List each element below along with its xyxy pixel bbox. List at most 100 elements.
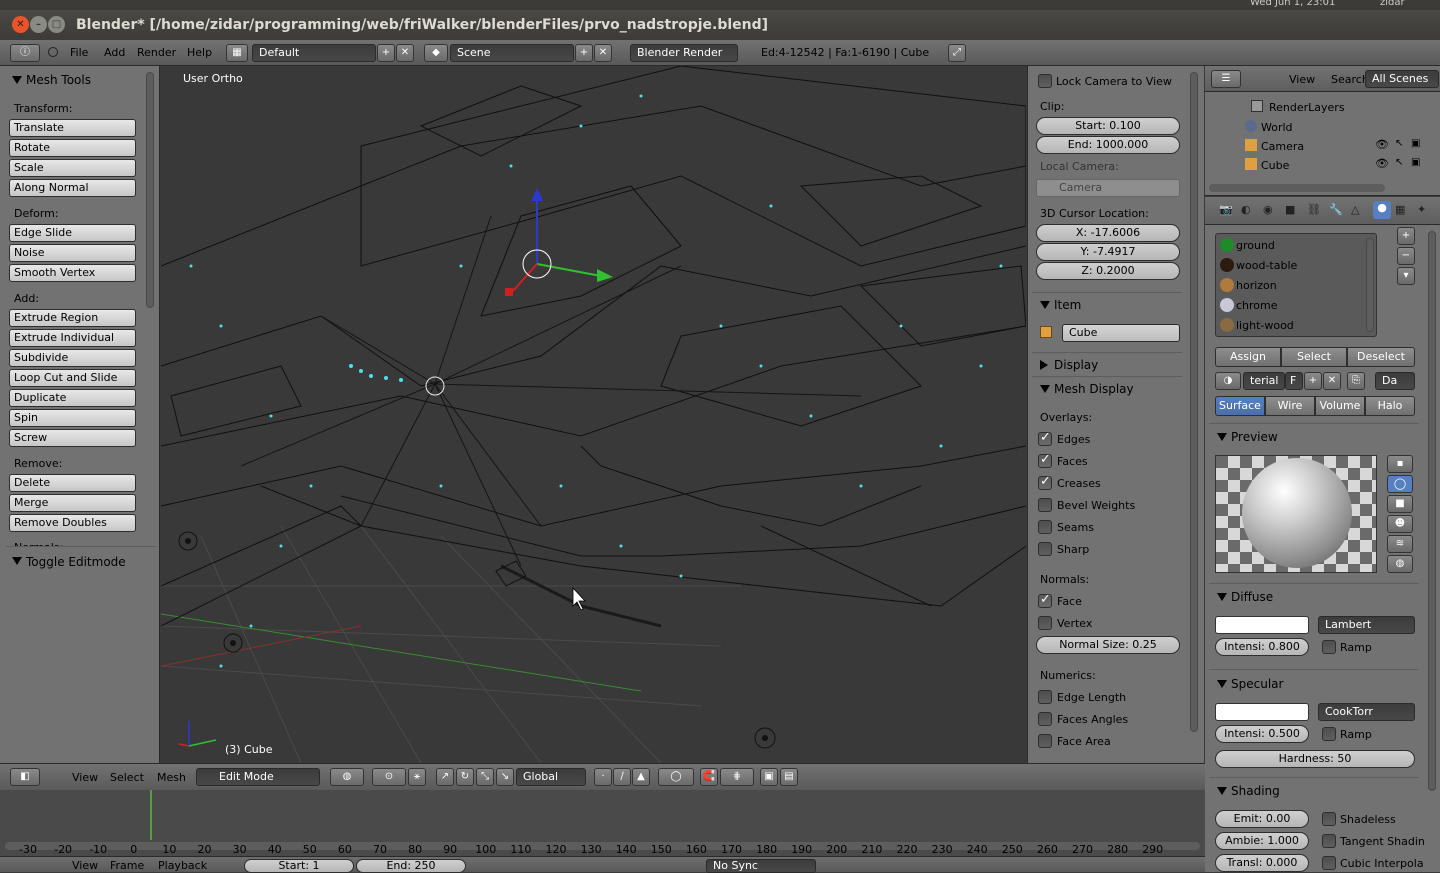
specular-shader-select[interactable]: CookTorr	[1318, 703, 1415, 721]
outliner-item-cube[interactable]: Cube	[1261, 159, 1289, 172]
screen-layout-field[interactable]: Default	[252, 44, 376, 62]
menu-add[interactable]: Add	[104, 46, 125, 60]
current-frame-marker[interactable]	[150, 790, 152, 840]
preview-panel-header[interactable]: Preview	[1205, 427, 1278, 447]
n-panel-scrollbar[interactable]	[1190, 72, 1198, 732]
emit-field[interactable]: Emit: 0.00	[1215, 810, 1309, 828]
properties-scrollbar[interactable]	[1428, 231, 1436, 791]
cursor-z-field[interactable]: Z: 0.2000	[1036, 262, 1180, 280]
viewport-shading-icon[interactable]: ◍	[330, 768, 364, 786]
remove-screen-icon[interactable]: ✕	[396, 44, 414, 62]
volume-tab[interactable]: Volume	[1315, 396, 1365, 416]
snap-toggle-icon[interactable]: 🧲	[700, 768, 718, 786]
diffuse-ramp-checkbox[interactable]	[1322, 640, 1336, 654]
specular-color-swatch[interactable]	[1215, 703, 1309, 721]
item-panel-header[interactable]: Item	[1028, 295, 1081, 315]
edge-select-mode-icon[interactable]: ∕	[613, 768, 631, 786]
material-slot-chrome[interactable]: chrome	[1236, 299, 1278, 312]
surface-tab[interactable]: Surface	[1215, 396, 1265, 416]
sync-mode-select[interactable]: No Sync	[706, 859, 816, 873]
menu-render[interactable]: Render	[137, 46, 176, 60]
viewport-menu-mesh[interactable]: Mesh	[157, 771, 186, 784]
bevel-weights-checkbox[interactable]	[1038, 498, 1052, 512]
diffuse-shader-select[interactable]: Lambert	[1318, 616, 1415, 634]
outliner-menu-view[interactable]: View	[1289, 73, 1315, 86]
add-material-slot-icon[interactable]: +	[1397, 227, 1415, 245]
scale-manipulator-icon[interactable]: ⤡	[476, 768, 494, 786]
snap-element-icon[interactable]: ⋕	[720, 768, 754, 786]
scale-button[interactable]: Scale	[9, 159, 136, 177]
extrude-region-button[interactable]: Extrude Region	[9, 309, 136, 327]
preview-world-icon[interactable]: ◍	[1387, 555, 1413, 573]
data-context-icon[interactable]: △	[1351, 203, 1359, 216]
edge-length-checkbox[interactable]	[1038, 690, 1052, 704]
select-arrow-icon[interactable]: ↖	[1395, 157, 1403, 168]
deselect-button[interactable]: Deselect	[1347, 347, 1415, 367]
manipulator-extra-icon[interactable]: ↘	[496, 768, 514, 786]
material-specials-icon[interactable]: ▾	[1397, 267, 1415, 285]
material-name-field[interactable]: terial	[1243, 372, 1285, 390]
unlink-material-icon[interactable]: ✕	[1323, 372, 1341, 390]
texture-context-icon[interactable]: ▦	[1395, 203, 1405, 216]
timeline-menu-view[interactable]: View	[72, 859, 98, 872]
outliner-filter-select[interactable]: All Scenes	[1365, 70, 1439, 88]
menu-file[interactable]: File	[70, 46, 88, 60]
creases-checkbox[interactable]	[1038, 474, 1052, 490]
node-material-icon[interactable]: ⎘	[1347, 372, 1365, 390]
edge-slide-button[interactable]: Edge Slide	[9, 224, 136, 242]
face-area-checkbox[interactable]	[1038, 734, 1052, 748]
scene-field[interactable]: Scene	[450, 44, 574, 62]
interaction-mode-select[interactable]: Edit Mode	[196, 768, 320, 786]
object-context-icon[interactable]: ■	[1285, 203, 1295, 216]
merge-button[interactable]: Merge	[9, 494, 136, 512]
end-frame-field[interactable]: End: 250	[356, 859, 466, 873]
mesh-display-panel-header[interactable]: Mesh Display	[1028, 379, 1134, 399]
diffuse-panel-header[interactable]: Diffuse	[1205, 587, 1273, 607]
translate-button[interactable]: Translate	[9, 119, 136, 137]
3d-viewport[interactable]: User Ortho (3) Cube	[161, 66, 1026, 763]
minimize-window-button[interactable]: –	[30, 16, 47, 33]
duplicate-button[interactable]: Duplicate	[9, 389, 136, 407]
proportional-edit-icon[interactable]: ◯	[658, 768, 694, 786]
diffuse-intensity-field[interactable]: Intensi: 0.800	[1215, 638, 1309, 656]
loop-cut-button[interactable]: Loop Cut and Slide	[9, 369, 136, 387]
material-browse-icon[interactable]: ◑	[1215, 372, 1241, 390]
tangent-shading-checkbox[interactable]	[1322, 834, 1336, 848]
render-preview-icon[interactable]: ▣	[760, 768, 778, 786]
remove-doubles-button[interactable]: Remove Doubles	[9, 514, 136, 532]
spin-button[interactable]: Spin	[9, 409, 136, 427]
render-camera-icon[interactable]: ▣	[1411, 157, 1420, 168]
lock-camera-checkbox[interactable]	[1038, 74, 1052, 88]
preview-hair-icon[interactable]: ≋	[1387, 535, 1413, 553]
normal-size-field[interactable]: Normal Size: 0.25	[1036, 636, 1180, 654]
preview-plane-icon[interactable]: ▪	[1387, 455, 1413, 473]
faces-checkbox[interactable]	[1038, 452, 1052, 468]
fake-user-toggle[interactable]: F	[1285, 372, 1303, 390]
screen-layout-icon[interactable]: ▦	[226, 44, 248, 62]
smooth-vertex-button[interactable]: Smooth Vertex	[9, 264, 136, 282]
vertex-normals-checkbox[interactable]	[1038, 616, 1052, 630]
remove-scene-icon[interactable]: ✕	[594, 44, 612, 62]
clip-end-field[interactable]: End: 1000.000	[1036, 136, 1180, 154]
screw-button[interactable]: Screw	[9, 429, 136, 447]
maximize-window-button[interactable]: □	[48, 16, 65, 33]
outliner-menu-search[interactable]: Search	[1331, 73, 1369, 86]
editor-type-info-icon[interactable]: ⓘ	[10, 44, 40, 62]
preview-cube-icon[interactable]: ■	[1387, 495, 1413, 513]
link-data-select[interactable]: Da	[1375, 372, 1415, 390]
manipulator-toggle-icon[interactable]: ⚹	[408, 768, 426, 786]
face-select-mode-icon[interactable]: ▲	[632, 768, 650, 786]
cubic-interpolation-checkbox[interactable]	[1322, 856, 1336, 870]
hardness-field[interactable]: Hardness: 50	[1215, 750, 1415, 768]
along-normal-button[interactable]: Along Normal	[9, 179, 136, 197]
specular-ramp-checkbox[interactable]	[1322, 727, 1336, 741]
diffuse-color-swatch[interactable]	[1215, 616, 1309, 634]
translucency-field[interactable]: Transl: 0.000	[1215, 854, 1309, 872]
material-context-icon[interactable]: ●	[1373, 201, 1391, 219]
outliner-editor-icon[interactable]: ☰	[1211, 70, 1241, 88]
physics-context-icon[interactable]: ✦	[1417, 203, 1426, 216]
add-screen-icon[interactable]: +	[377, 44, 395, 62]
render-animation-icon[interactable]: ▤	[780, 768, 798, 786]
material-slot-light-wood[interactable]: light-wood	[1236, 319, 1294, 332]
toggle-editmode-header[interactable]: Toggle Editmode	[0, 552, 126, 572]
